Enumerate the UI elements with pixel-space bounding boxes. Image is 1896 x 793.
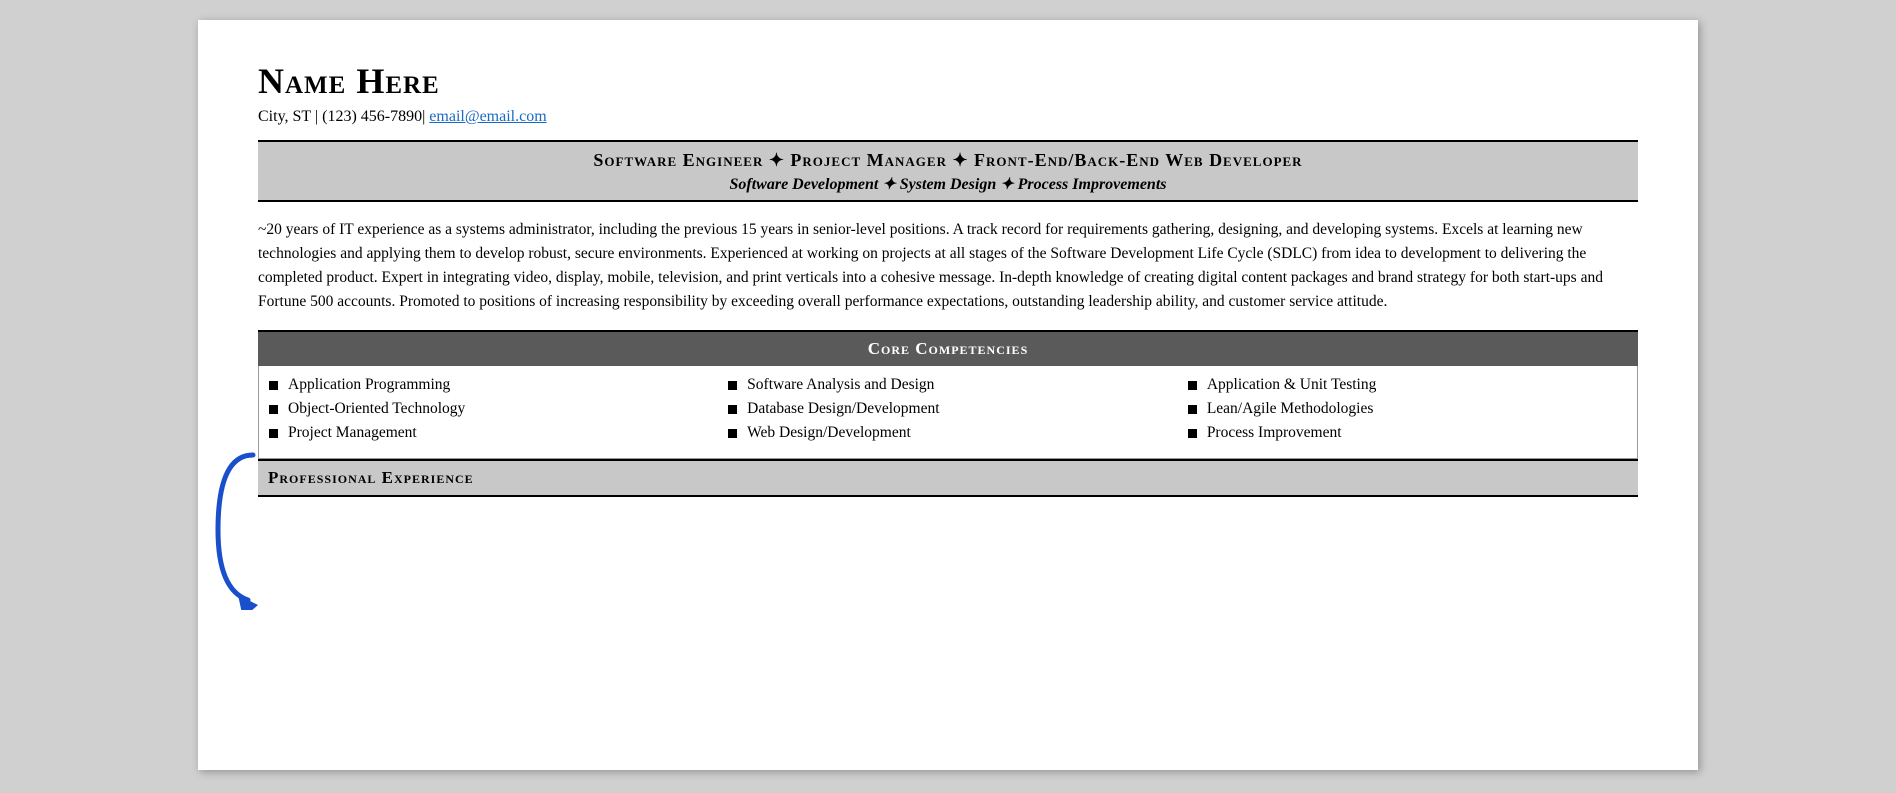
summary-paragraph: ~20 years of IT experience as a systems … (258, 202, 1638, 330)
competency-item: Application Programming (288, 376, 450, 394)
competency-item: Process Improvement (1207, 424, 1342, 442)
list-item: Application & Unit Testing (1188, 376, 1617, 394)
resume-contact: City, ST | (123) 456-7890| email@email.c… (258, 108, 1638, 126)
bullet-icon (1188, 381, 1197, 390)
competency-item: Lean/Agile Methodologies (1207, 400, 1374, 418)
competency-item: Database Design/Development (747, 400, 939, 418)
competencies-col-1: Application Programming Object-Oriented … (259, 366, 719, 459)
competency-list-3: Application & Unit Testing Lean/Agile Me… (1188, 376, 1617, 442)
competency-list-1: Application Programming Object-Oriented … (269, 376, 698, 442)
bullet-icon (269, 429, 278, 438)
bullet-icon (269, 381, 278, 390)
bullet-icon (728, 405, 737, 414)
professional-experience-title: Professional Experience (268, 468, 474, 487)
competency-list-2: Software Analysis and Design Database De… (728, 376, 1158, 442)
list-item: Process Improvement (1188, 424, 1617, 442)
competencies-col-3: Application & Unit Testing Lean/Agile Me… (1178, 366, 1638, 459)
competency-item: Web Design/Development (747, 424, 911, 442)
competencies-table: Application Programming Object-Oriented … (258, 366, 1638, 459)
list-item: Object-Oriented Technology (269, 400, 698, 418)
email-link[interactable]: email@email.com (429, 108, 546, 125)
list-item: Application Programming (269, 376, 698, 394)
list-item: Software Analysis and Design (728, 376, 1158, 394)
competency-item: Project Management (288, 424, 417, 442)
competency-item: Object-Oriented Technology (288, 400, 465, 418)
professional-experience-header: Professional Experience (258, 459, 1638, 497)
list-item: Lean/Agile Methodologies (1188, 400, 1617, 418)
list-item: Database Design/Development (728, 400, 1158, 418)
core-competencies-header: Core Competencies (258, 330, 1638, 366)
list-item: Project Management (269, 424, 698, 442)
title-banner: Software Engineer ✦ Project Manager ✦ Fr… (258, 140, 1638, 202)
resume-name: Name Here (258, 60, 1638, 102)
bullet-icon (728, 381, 737, 390)
contact-info: City, ST | (123) 456-7890| (258, 108, 425, 125)
bullet-icon (1188, 429, 1197, 438)
competency-item: Software Analysis and Design (747, 376, 934, 394)
competencies-col-2: Software Analysis and Design Database De… (718, 366, 1178, 459)
bullet-icon (269, 405, 278, 414)
bullet-icon (1188, 405, 1197, 414)
title-banner-sub: Software Development ✦ System Design ✦ P… (268, 174, 1628, 194)
competency-item: Application & Unit Testing (1207, 376, 1377, 394)
competencies-row: Application Programming Object-Oriented … (259, 366, 1638, 459)
list-item: Web Design/Development (728, 424, 1158, 442)
title-banner-main: Software Engineer ✦ Project Manager ✦ Fr… (268, 150, 1628, 171)
annotation-arrow (208, 450, 268, 610)
resume-page: Name Here City, ST | (123) 456-7890| ema… (198, 20, 1698, 770)
bullet-icon (728, 429, 737, 438)
